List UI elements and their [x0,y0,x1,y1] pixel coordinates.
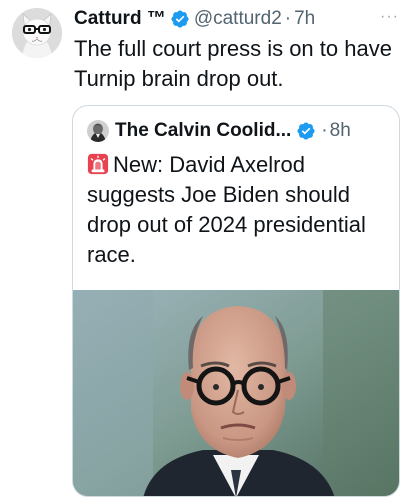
verified-badge-icon[interactable] [296,121,316,141]
quote-text-body: New: David Axelrod suggests Joe Biden sh… [87,152,366,267]
quote-author-name[interactable]: The Calvin Coolid... [115,120,291,142]
author-avatar[interactable] [12,8,62,58]
quote-timestamp[interactable]: 8h [330,120,351,142]
quote-author-avatar[interactable] [87,120,109,142]
separator-dot: · [284,8,292,29]
quote-photo[interactable] [73,290,399,496]
quote-text: New: David Axelrod suggests Joe Biden sh… [87,150,387,270]
quoted-tweet[interactable]: The Calvin Coolid... · 8h New: David Axe… [72,105,400,497]
tweet[interactable]: Catturd ™ @catturd2 · 7h ··· The full co… [0,0,411,500]
author-name[interactable]: Catturd ™ [74,8,166,30]
tweet-timestamp[interactable]: 7h [294,8,315,30]
quote-header: The Calvin Coolid... · 8h [87,118,389,144]
author-handle[interactable]: @catturd2 [194,8,282,30]
verified-badge-icon[interactable] [170,9,190,29]
cat-avatar-icon [12,8,62,58]
separator-dot: · [321,120,328,141]
tweet-text: The full court press is on to have Turni… [74,36,392,91]
police-siren-icon [87,153,109,175]
coolidge-portrait-icon [87,120,109,142]
man-portrait-photo [73,290,399,496]
tweet-header: Catturd ™ @catturd2 · 7h ··· [74,6,403,32]
more-options-icon[interactable]: ··· [380,8,399,26]
